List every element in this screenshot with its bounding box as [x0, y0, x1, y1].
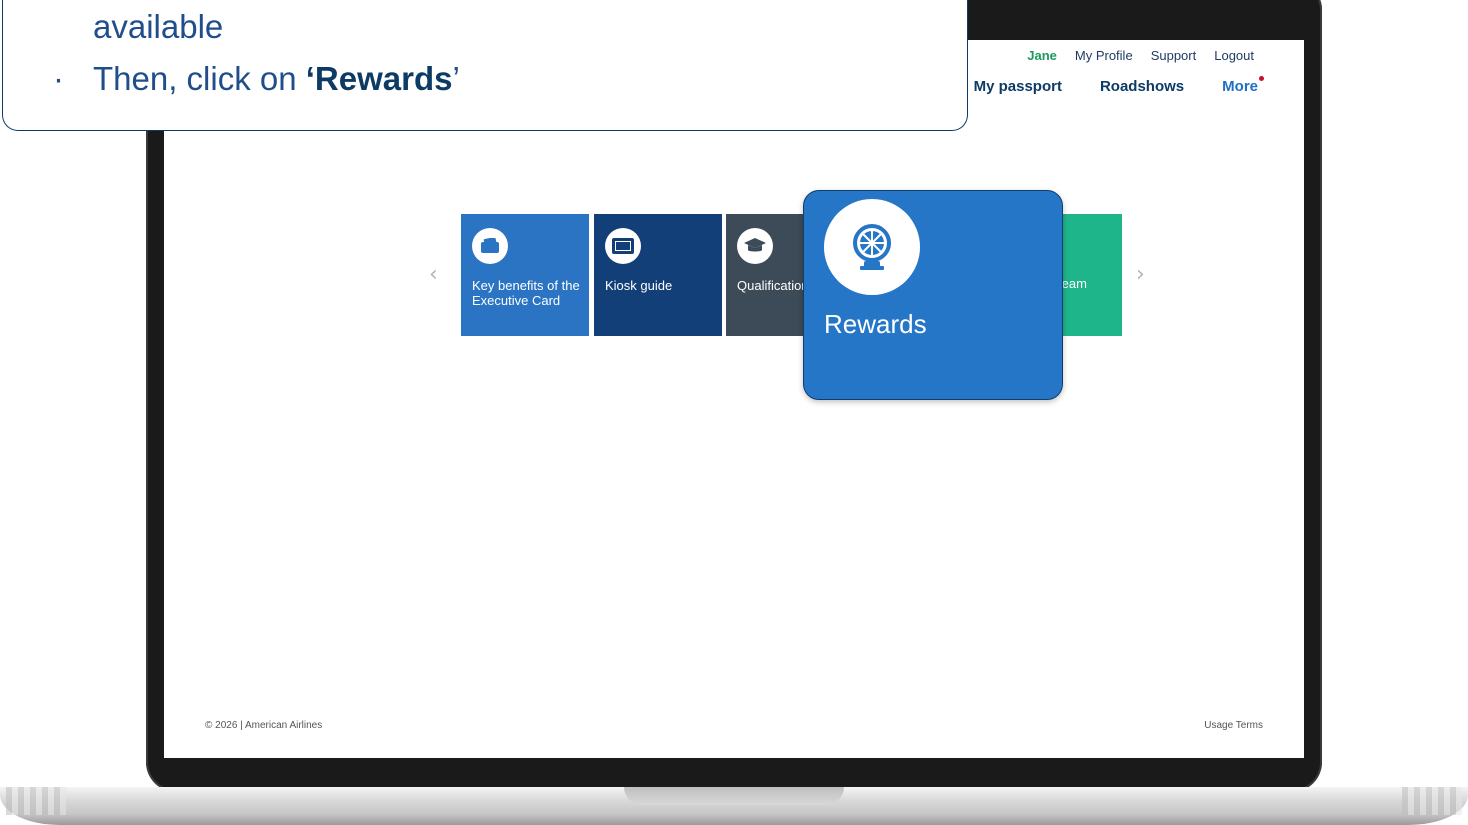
prize-wheel-icon [824, 199, 920, 295]
callout-line-2-suffix: ’ [452, 60, 460, 97]
main-nav: My passport Roadshows More [974, 76, 1264, 95]
callout-line-1: available [93, 8, 224, 45]
kiosk-icon [605, 228, 641, 264]
footer-usage-terms[interactable]: Usage Terms [1204, 720, 1263, 731]
laptop-base-speaker-left [6, 787, 66, 815]
notification-dot [1259, 76, 1264, 81]
rewards-label: Rewards [824, 309, 927, 339]
nav-roadshows[interactable]: Roadshows [1100, 78, 1184, 95]
top-links: Jane My Profile Support Logout [1027, 48, 1254, 63]
laptop-screen: Jane My Profile Support Logout My passpo… [164, 40, 1304, 758]
nav-my-passport[interactable]: My passport [974, 78, 1062, 95]
carousel-prev-arrow[interactable]: ‹ [429, 262, 438, 287]
callout-line-2: Then, click on ‘Rewards’ [93, 60, 460, 98]
support-link[interactable]: Support [1151, 48, 1197, 63]
nav-more-label: More [1222, 78, 1258, 95]
tile-kiosk-guide[interactable]: Kiosk guide [594, 214, 722, 336]
carousel-next-arrow[interactable]: › [1136, 262, 1145, 287]
tile-label: Kiosk guide [605, 278, 673, 293]
card-icon [472, 228, 508, 264]
tile-label: Key benefits of the Executive Card [472, 278, 580, 308]
footer-copyright: © 2026 | American Airlines [205, 720, 323, 731]
callout-bullet: · [53, 60, 64, 97]
tile-label: team [1058, 276, 1087, 291]
nav-more[interactable]: More [1222, 76, 1264, 95]
instruction-callout: available · Then, click on ‘Rewards’ [2, 0, 968, 131]
laptop-base-speaker-right [1402, 787, 1462, 815]
laptop-notch [624, 787, 844, 805]
tile-key-benefits[interactable]: Key benefits of the Executive Card [461, 214, 589, 336]
rewards-card[interactable]: Rewards [803, 190, 1063, 400]
callout-rewards-emphasis: ‘Rewards [305, 60, 453, 97]
callout-line-2-prefix: Then, click on [93, 60, 306, 97]
user-name[interactable]: Jane [1027, 48, 1057, 63]
graduation-cap-icon [737, 228, 773, 264]
my-profile-link[interactable]: My Profile [1075, 48, 1133, 63]
logout-link[interactable]: Logout [1214, 48, 1254, 63]
